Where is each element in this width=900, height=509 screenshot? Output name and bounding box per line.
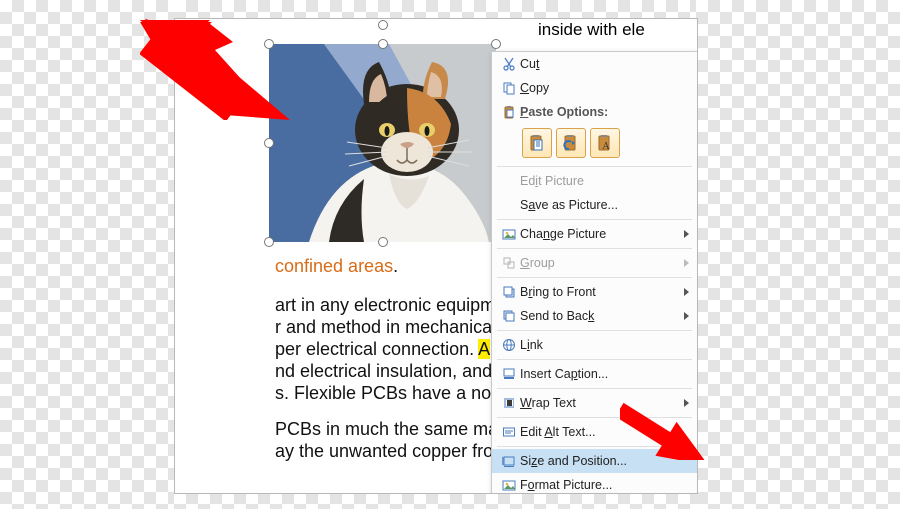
wrap-text-icon (498, 396, 520, 410)
inserted-picture[interactable] (269, 44, 496, 242)
menu-label: Paste Options: (520, 105, 677, 119)
menu-label: Edit Picture (520, 174, 677, 188)
menu-save-as-picture[interactable]: Save as Picture... (492, 193, 697, 217)
copy-icon (498, 81, 520, 95)
menu-label: Bring to Front (520, 285, 677, 299)
menu-link[interactable]: Link (492, 333, 697, 357)
menu-group: Group (492, 251, 697, 275)
caption-icon (498, 367, 520, 381)
menu-label: Link (520, 338, 677, 352)
doc-text-line: nd electrical insulation, and (275, 361, 492, 382)
doc-text-line: r and method in mechanical (275, 317, 496, 338)
size-position-icon (498, 454, 520, 468)
rotation-handle[interactable] (378, 20, 388, 30)
cut-icon (498, 57, 520, 71)
menu-label: Save as Picture... (520, 198, 677, 212)
submenu-chevron-icon (684, 230, 689, 238)
group-icon (498, 256, 520, 270)
resize-handle-ml[interactable] (264, 138, 274, 148)
menu-label: Send to Back (520, 309, 677, 323)
paste-merge-button[interactable] (556, 128, 586, 158)
menu-label: Group (520, 256, 677, 270)
menu-change-picture[interactable]: Change Picture (492, 222, 697, 246)
alt-text-icon (498, 425, 520, 439)
menu-label: Copy (520, 81, 677, 95)
doc-text-line: PCBs in much the same ma (275, 419, 498, 440)
menu-label: Format Picture... (520, 478, 677, 492)
menu-format-picture[interactable]: Format Picture... (492, 473, 697, 494)
paste-options-row: A (492, 124, 697, 164)
link-icon (498, 338, 520, 352)
doc-text-line: ay the unwanted copper fro (275, 441, 493, 462)
paste-keep-source-button[interactable] (522, 128, 552, 158)
doc-text-line: art in any electronic equipm (275, 295, 495, 316)
change-picture-icon (498, 227, 520, 241)
paste-icon (498, 105, 520, 119)
doc-text-confined: confined areas. (275, 256, 398, 277)
doc-text-line: per electrical connection. A (275, 339, 490, 360)
resize-handle-tm[interactable] (378, 39, 388, 49)
menu-paste-header: Paste Options: (492, 100, 697, 124)
menu-copy[interactable]: Copy (492, 76, 697, 100)
resize-handle-bl[interactable] (264, 237, 274, 247)
submenu-chevron-icon (684, 288, 689, 296)
menu-label: Cut (520, 57, 677, 71)
svg-text:A: A (602, 141, 610, 152)
resize-handle-bm[interactable] (378, 237, 388, 247)
doc-text-line: s. Flexible PCBs have a nor (275, 383, 497, 404)
menu-label: Change Picture (520, 227, 677, 241)
menu-send-to-back[interactable]: Send to Back (492, 304, 697, 328)
picture-content-cat (269, 44, 496, 242)
menu-bring-to-front[interactable]: Bring to Front (492, 280, 697, 304)
menu-cut[interactable]: Cut (492, 52, 697, 76)
submenu-chevron-icon (684, 312, 689, 320)
format-picture-icon (498, 478, 520, 492)
bring-to-front-icon (498, 285, 520, 299)
doc-text-top: inside with ele (538, 20, 645, 40)
paste-text-only-button[interactable]: A (590, 128, 620, 158)
callout-arrow-top-clean (138, 18, 298, 128)
send-to-back-icon (498, 309, 520, 323)
callout-arrow-bottom (620, 370, 730, 460)
doc-link-text: confined areas (275, 256, 393, 276)
resize-handle-tr[interactable] (491, 39, 501, 49)
doc-highlighted-text: A (478, 339, 490, 359)
menu-edit-picture: Edit Picture (492, 169, 697, 193)
submenu-chevron-icon (684, 259, 689, 267)
